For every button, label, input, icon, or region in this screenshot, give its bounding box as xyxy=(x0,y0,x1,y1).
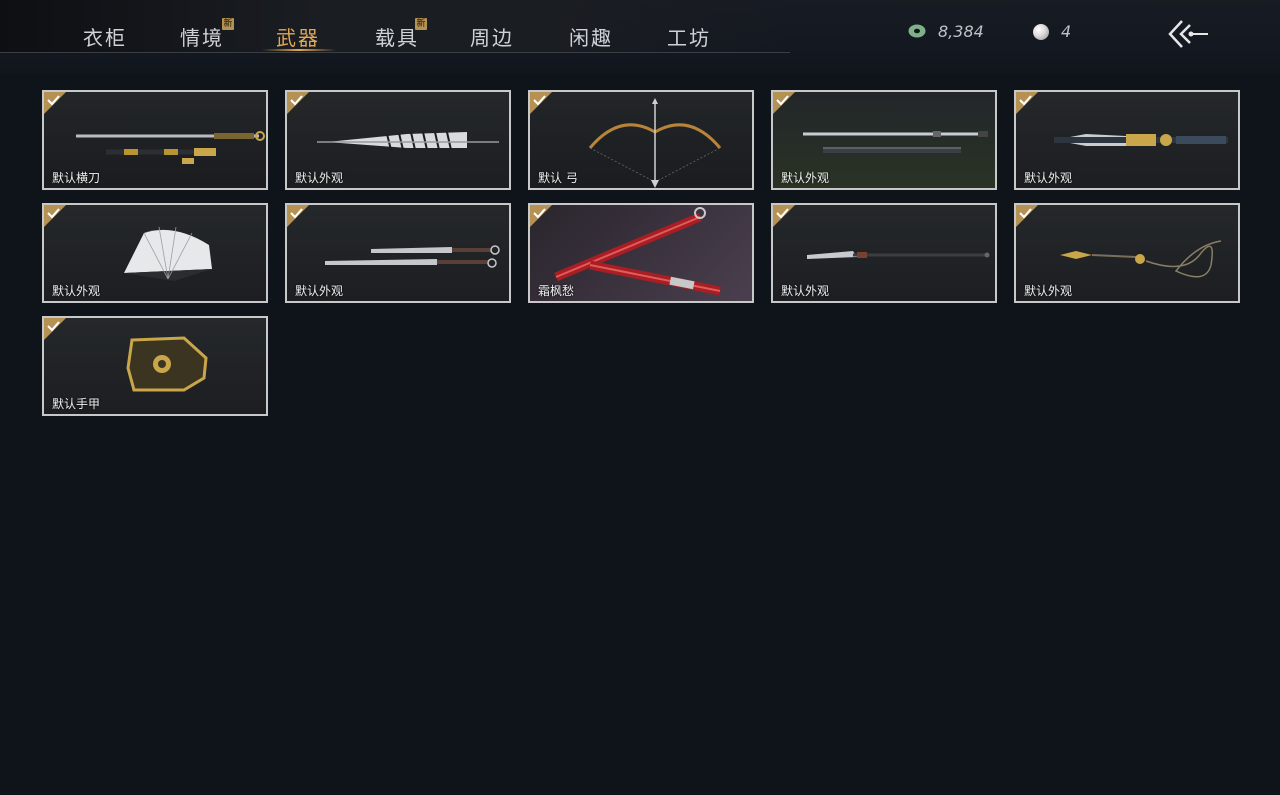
weapon-name: 默认外观 xyxy=(781,284,830,298)
weapon-name: 默认手甲 xyxy=(52,397,101,411)
equipped-check-icon xyxy=(44,318,66,340)
weapon-card[interactable]: 默认横刀 xyxy=(42,90,268,190)
tab-vehicles[interactable]: 载具 xyxy=(375,22,419,51)
equipped-check-icon xyxy=(44,92,66,114)
weapon-card[interactable]: 霜枫愁 xyxy=(528,203,754,303)
top-bar: 衣柜 情境 新 武器 载具 新 周边 闲趣 工坊 8,384 4 xyxy=(0,0,1280,74)
tab-workshop[interactable]: 工坊 xyxy=(667,22,711,51)
equipped-check-icon xyxy=(1016,205,1038,227)
equipped-check-icon xyxy=(1016,92,1038,114)
pearl-icon xyxy=(1033,24,1049,40)
new-badge: 新 xyxy=(222,18,234,30)
weapon-name: 默认 弓 xyxy=(538,171,578,185)
back-arrow-icon[interactable] xyxy=(1166,18,1210,50)
equipped-check-icon xyxy=(773,92,795,114)
weapon-card[interactable]: 默认外观 xyxy=(285,203,511,303)
weapon-name: 默认外观 xyxy=(295,284,344,298)
tab-wardrobe[interactable]: 衣柜 xyxy=(83,22,127,51)
tab-scenario[interactable]: 情境 xyxy=(180,22,224,51)
equipped-check-icon xyxy=(773,205,795,227)
weapon-name: 默认横刀 xyxy=(52,171,101,185)
weapon-card[interactable]: 默认外观 xyxy=(771,90,997,190)
weapon-card[interactable]: 默认外观 xyxy=(1014,203,1240,303)
tab-weapons[interactable]: 武器 xyxy=(276,22,320,51)
weapon-name: 默认外观 xyxy=(1024,284,1073,298)
tab-leisure[interactable]: 闲趣 xyxy=(569,22,613,51)
weapon-card[interactable]: 默认手甲 xyxy=(42,316,268,416)
tab-accessories[interactable]: 周边 xyxy=(470,22,514,51)
weapon-card[interactable]: 默认 弓 xyxy=(528,90,754,190)
weapon-name: 默认外观 xyxy=(1024,171,1073,185)
weapon-name: 默认外观 xyxy=(52,284,101,298)
weapon-name: 霜枫愁 xyxy=(538,284,575,298)
weapon-card[interactable]: 默认外观 xyxy=(771,203,997,303)
weapon-card[interactable]: 默认外观 xyxy=(1014,90,1240,190)
weapon-card[interactable]: 默认外观 xyxy=(42,203,268,303)
pearl-amount: 4 xyxy=(1061,22,1072,41)
active-tab-indicator xyxy=(262,49,336,51)
equipped-check-icon xyxy=(530,92,552,114)
tab-bar: 衣柜 情境 新 武器 载具 新 周边 闲趣 工坊 xyxy=(0,0,790,53)
new-badge: 新 xyxy=(415,18,427,30)
weapon-name: 默认外观 xyxy=(295,171,344,185)
weapon-name: 默认外观 xyxy=(781,171,830,185)
equipped-check-icon xyxy=(287,205,309,227)
equipped-check-icon xyxy=(44,205,66,227)
weapon-card[interactable]: 默认外观 xyxy=(285,90,511,190)
jade-coin-icon xyxy=(908,24,926,38)
equipped-check-icon xyxy=(287,92,309,114)
equipped-check-icon xyxy=(530,205,552,227)
jade-amount: 8,384 xyxy=(938,22,984,41)
